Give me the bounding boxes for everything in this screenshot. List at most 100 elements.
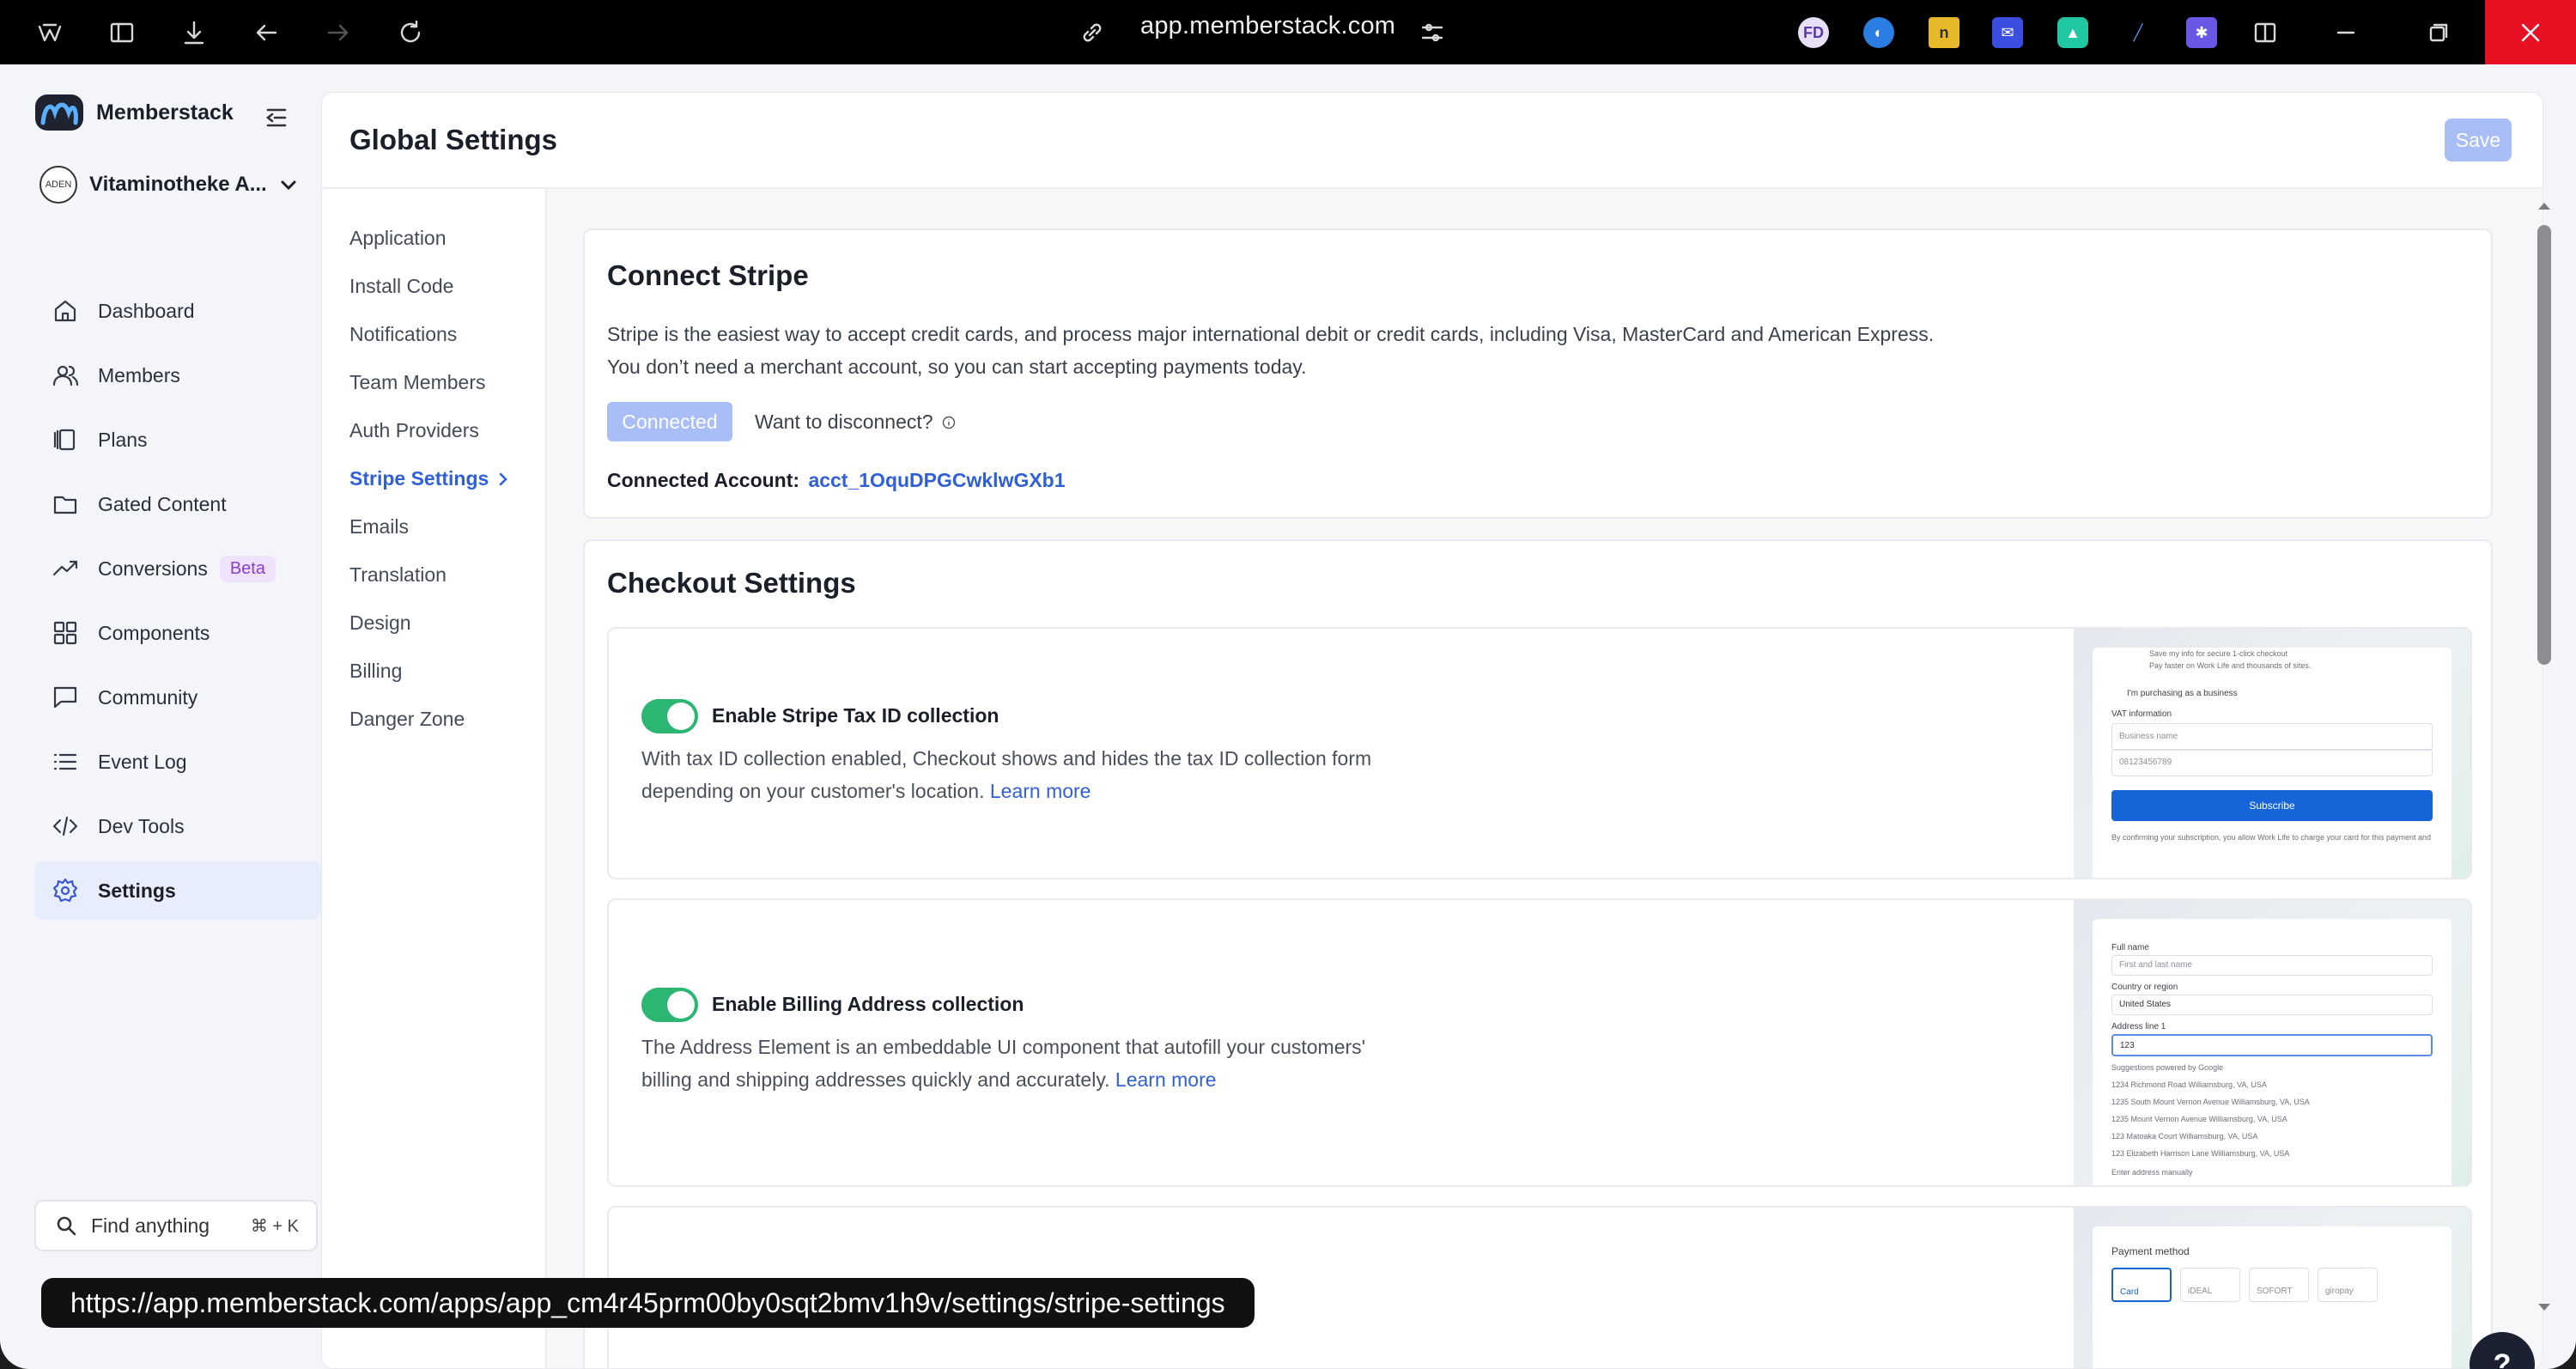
extension-folder-icon[interactable]: n: [1929, 17, 1959, 48]
save-button[interactable]: Save: [2445, 119, 2512, 161]
sidebar-item-plans[interactable]: Plans: [34, 411, 321, 469]
billing-address-description: The Address Element is an embeddable UI …: [641, 1031, 1414, 1096]
preview-method-ideal: iDEAL: [2180, 1268, 2240, 1302]
preview-fine-print: By confirming your subscription, you all…: [2111, 833, 2433, 842]
preview-suggestion: 123 Elizabeth Harrison Lane Williamsburg…: [2111, 1149, 2290, 1158]
extension-pen-icon[interactable]: ╱: [2123, 17, 2154, 48]
brand-row[interactable]: Memberstack: [34, 94, 234, 131]
preview-pay-line: Pay faster on Work Life and thousands of…: [2149, 661, 2312, 670]
billing-address-setting-card: Enable Billing Address collection The Ad…: [607, 898, 2472, 1187]
subnav-item-label: Stripe Settings: [349, 467, 489, 490]
connected-account-link[interactable]: acct_1OquDPGCwklwGXb1: [808, 469, 1065, 491]
tax-id-toggle[interactable]: [641, 699, 698, 733]
info-icon[interactable]: [942, 416, 956, 429]
billing-address-toggle[interactable]: [641, 988, 698, 1022]
split-view-icon[interactable]: [2248, 15, 2282, 50]
subnav-item-emails[interactable]: Emails: [349, 515, 409, 538]
search-label: Find anything: [91, 1214, 210, 1237]
connect-stripe-title: Connect Stripe: [607, 259, 809, 291]
site-settings-icon[interactable]: [1415, 15, 1449, 50]
users-icon: [52, 365, 79, 386]
window-close-button[interactable]: [2485, 0, 2576, 64]
chat-icon: [53, 686, 77, 709]
download-icon[interactable]: [177, 15, 211, 50]
collapse-sidebar-icon[interactable]: [264, 106, 295, 130]
extension-globe-icon[interactable]: ◐: [1863, 17, 1894, 48]
sidebar-item-components[interactable]: Components: [34, 604, 321, 662]
subnav-item-team-members[interactable]: Team Members: [349, 371, 485, 394]
stripe-description-line1: Stripe is the easiest way to accept cred…: [607, 323, 1935, 345]
workspace-avatar: ADEN: [39, 166, 77, 204]
main-panel: Global Settings Save Application Install…: [321, 92, 2543, 1369]
sidebar-item-gated-content[interactable]: Gated Content: [34, 475, 321, 533]
forward-icon[interactable]: [321, 15, 355, 50]
find-anything-search[interactable]: Find anything ⌘ + K: [34, 1200, 318, 1251]
address-bar[interactable]: app.memberstack.com: [1140, 12, 1395, 40]
checkout-settings-title: Checkout Settings: [607, 567, 856, 599]
sidebar-item-members[interactable]: Members: [34, 346, 321, 405]
billing-address-label: Enable Billing Address collection: [712, 993, 1024, 1015]
billing-address-preview-image: Full name First and last name Country or…: [2074, 900, 2470, 1185]
extension-star-icon[interactable]: ✱: [2186, 17, 2217, 48]
connected-button[interactable]: Connected: [607, 402, 732, 441]
billing-address-learn-more-link[interactable]: Learn more: [1115, 1068, 1217, 1091]
app-window: Memberstack ADEN Vitaminotheke A... Dash…: [0, 64, 2576, 1369]
sidebar-item-dev-tools[interactable]: Dev Tools: [34, 797, 321, 855]
sidebar-item-dashboard[interactable]: Dashboard: [34, 282, 321, 340]
preview-suggestion: 1235 Mount Vernon Avenue Williamsburg, V…: [2111, 1115, 2287, 1123]
subnav-item-install-code[interactable]: Install Code: [349, 275, 453, 298]
reload-icon[interactable]: [393, 15, 428, 50]
page-title: Global Settings: [349, 124, 558, 155]
subnav-item-application[interactable]: Application: [349, 227, 447, 250]
back-icon[interactable]: [249, 15, 283, 50]
subnav-item-stripe-settings[interactable]: Stripe Settings: [349, 467, 509, 490]
sidebar-item-label: Gated Content: [98, 492, 227, 515]
extension-chart-icon[interactable]: ▲: [2057, 17, 2088, 48]
scroll-up-arrow-icon[interactable]: [2535, 198, 2554, 215]
preview-full-name-label: Full name: [2111, 943, 2149, 952]
sidebar-toggle-icon[interactable]: [105, 15, 139, 50]
sidebar-item-event-log[interactable]: Event Log: [34, 733, 321, 791]
browser-logo-icon[interactable]: [33, 15, 67, 50]
settings-content: Connect Stripe Stripe is the easiest way…: [547, 189, 2543, 1368]
preview-country-select: United States: [2111, 995, 2433, 1015]
subnav-item-billing[interactable]: Billing: [349, 660, 402, 683]
connected-account-row: Connected Account: acct_1OquDPGCwklwGXb1: [607, 469, 1066, 492]
scroll-down-arrow-icon[interactable]: [2535, 1299, 2554, 1316]
minimize-icon[interactable]: [2329, 15, 2363, 50]
preview-full-name-field: First and last name: [2111, 955, 2433, 976]
workspace-switcher[interactable]: ADEN Vitaminotheke A...: [39, 166, 298, 204]
subnav-item-design[interactable]: Design: [349, 611, 411, 635]
extension-mail-icon[interactable]: ✉: [1992, 17, 2023, 48]
preview-method-giropay: giropay: [2318, 1268, 2378, 1302]
chevron-down-icon: [281, 180, 296, 191]
search-shortcut: ⌘ + K: [250, 1216, 299, 1236]
billing-address-description-text: The Address Element is an embeddable UI …: [641, 1036, 1366, 1091]
link-icon[interactable]: [1075, 15, 1109, 50]
workspace-name: Vitaminotheke A...: [89, 173, 267, 196]
disconnect-prompt[interactable]: Want to disconnect?: [755, 411, 956, 434]
tax-id-preview-frame: Save my info for secure 1-click checkout…: [2093, 648, 2451, 878]
subnav-item-auth-providers[interactable]: Auth Providers: [349, 419, 479, 442]
connect-stripe-panel: Connect Stripe Stripe is the easiest way…: [583, 228, 2493, 519]
code-icon: [52, 816, 78, 837]
scrollbar[interactable]: [2535, 129, 2554, 1323]
extension-fd-icon[interactable]: FD: [1798, 17, 1829, 48]
browser-toolbar: app.memberstack.com FD ◐ n ✉ ▲ ╱ ✱: [0, 0, 2576, 64]
sidebar-item-conversions[interactable]: Conversions Beta: [34, 539, 321, 598]
sidebar-item-settings[interactable]: Settings: [34, 861, 321, 920]
scroll-thumb[interactable]: [2537, 225, 2551, 665]
disconnect-label: Want to disconnect?: [755, 411, 933, 433]
preview-suggestion: 123 Matoaka Court Williamsburg, VA, USA: [2111, 1132, 2258, 1141]
sidebar-item-community[interactable]: Community: [34, 668, 321, 727]
beta-badge: Beta: [219, 555, 276, 582]
restore-icon[interactable]: [2421, 15, 2456, 50]
subnav-item-translation[interactable]: Translation: [349, 563, 447, 587]
subnav-item-danger-zone[interactable]: Danger Zone: [349, 708, 465, 731]
connected-account-label: Connected Account:: [607, 469, 800, 491]
gear-icon: [52, 878, 78, 903]
preview-country-label: Country or region: [2111, 983, 2178, 992]
tax-id-learn-more-link[interactable]: Learn more: [990, 780, 1091, 802]
subnav-item-notifications[interactable]: Notifications: [349, 323, 457, 346]
sidebar-item-label: Plans: [98, 428, 148, 451]
